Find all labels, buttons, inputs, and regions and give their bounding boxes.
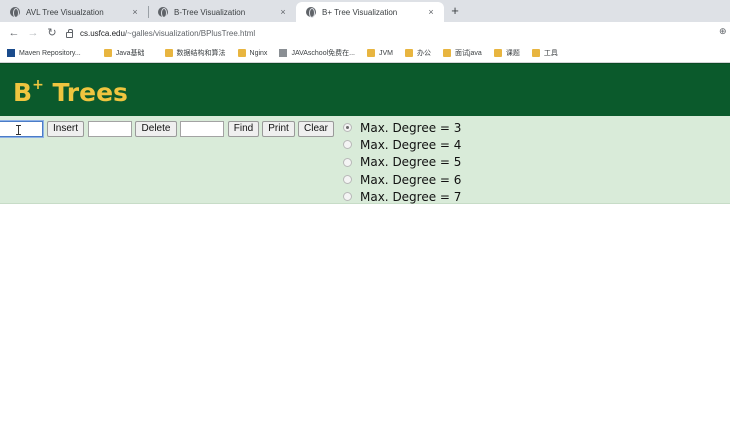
- tab-strip: AVL Tree Visualzation × B-Tree Visualiza…: [0, 0, 730, 22]
- bookmark-label: 课题: [505, 50, 520, 57]
- bookmark-item[interactable]: JVM: [366, 49, 393, 57]
- folder-icon: [404, 49, 413, 57]
- globe-icon: [306, 7, 316, 18]
- bookmark-label: Nginx: [249, 49, 268, 57]
- title-superscript: +: [32, 76, 44, 93]
- folder-icon: [531, 49, 540, 57]
- close-icon[interactable]: ×: [128, 7, 142, 17]
- new-tab-button[interactable]: +: [446, 2, 464, 20]
- bookmark-label: JAVAschool免费在...: [291, 50, 355, 57]
- tab-avl-tree[interactable]: AVL Tree Visualzation ×: [0, 2, 148, 22]
- visualization-canvas[interactable]: [0, 205, 730, 444]
- tab-b-tree[interactable]: B-Tree Visualization ×: [148, 2, 296, 22]
- reload-button[interactable]: ↻: [44, 25, 60, 41]
- bookmark-item[interactable]: 课题: [493, 48, 520, 58]
- bookmarks-bar: Maven Repository... Java基础 数据结构和算法 Nginx…: [0, 44, 730, 62]
- bookmark-label: JVM: [378, 49, 393, 57]
- folder-icon: [493, 49, 502, 57]
- radio-button[interactable]: [343, 175, 352, 185]
- degree-option-3[interactable]: Max. Degree = 3: [343, 119, 461, 136]
- tab-title: B-Tree Visualization: [174, 7, 246, 17]
- tab-title: B+ Tree Visualization: [322, 7, 398, 17]
- url-path: /~galles/visualization/BPlusTree.html: [124, 28, 256, 38]
- bookmark-label: Java基础: [115, 50, 145, 57]
- bookmark-label: 数据结构和算法: [176, 50, 226, 57]
- degree-label: Max. Degree = 3: [360, 120, 462, 135]
- bookmark-label: 办公: [416, 50, 431, 57]
- bookmark-item[interactable]: Nginx: [237, 49, 268, 57]
- bookmark-label: 工具: [543, 50, 558, 57]
- back-button[interactable]: ←: [6, 25, 22, 41]
- bookmark-item[interactable]: Java基础: [103, 48, 145, 58]
- browser-toolbar: ← → ↻ cs.usfca.edu /~galles/visualizatio…: [0, 22, 730, 44]
- url-host: cs.usfca.edu: [80, 28, 125, 38]
- title-letter: B: [13, 78, 33, 107]
- bookmark-item[interactable]: JAVAschool免费在...: [279, 48, 355, 58]
- controls-panel: Insert Delete Find Print Clear Max. Degr…: [0, 116, 730, 204]
- address-bar[interactable]: cs.usfca.edu /~galles/visualization/BPlu…: [66, 25, 720, 41]
- radio-button[interactable]: [343, 192, 352, 202]
- folder-icon: [366, 49, 375, 57]
- zoom-icon[interactable]: ⊕: [719, 26, 727, 37]
- degree-label: Max. Degree = 7: [360, 189, 462, 204]
- degree-label: Max. Degree = 5: [360, 155, 462, 170]
- delete-button[interactable]: Delete: [135, 121, 177, 137]
- folder-icon: [237, 49, 246, 57]
- folder-icon: [103, 49, 112, 57]
- degree-option-4[interactable]: Max. Degree = 4: [343, 136, 461, 153]
- delete-value-input[interactable]: [88, 121, 132, 137]
- insert-button[interactable]: Insert: [47, 121, 84, 137]
- folder-icon: [442, 49, 451, 57]
- bookmark-item[interactable]: 数据结构和算法: [164, 48, 226, 58]
- degree-option-7[interactable]: Max. Degree = 7: [343, 188, 461, 205]
- text-cursor-icon: [16, 125, 23, 135]
- clear-button[interactable]: Clear: [298, 121, 334, 137]
- find-value-input[interactable]: [180, 121, 224, 137]
- lock-icon: [66, 28, 73, 38]
- radio-button[interactable]: [343, 157, 352, 167]
- max-degree-options: Max. Degree = 3 Max. Degree = 4 Max. Deg…: [343, 119, 461, 205]
- globe-icon: [158, 7, 168, 18]
- close-icon[interactable]: ×: [424, 7, 438, 17]
- degree-option-5[interactable]: Max. Degree = 5: [343, 154, 461, 171]
- page-header: B+ Trees: [0, 63, 730, 116]
- forward-button[interactable]: →: [25, 25, 41, 41]
- globe-icon: [10, 7, 20, 18]
- bookmark-item[interactable]: 面试java: [442, 48, 482, 58]
- radio-button[interactable]: [343, 140, 352, 150]
- image-icon: [279, 49, 288, 57]
- page-title: B+ Trees: [13, 76, 128, 107]
- title-rest: Trees: [43, 78, 128, 107]
- bookmark-label: 面试java: [454, 50, 482, 57]
- degree-label: Max. Degree = 6: [360, 172, 462, 187]
- bookmark-label: Maven Repository...: [19, 49, 81, 57]
- tab-title: AVL Tree Visualzation: [26, 7, 104, 17]
- bookmark-item[interactable]: 工具: [531, 48, 558, 58]
- close-icon[interactable]: ×: [276, 7, 290, 17]
- find-button[interactable]: Find: [228, 121, 259, 137]
- maven-icon: [7, 49, 15, 57]
- bookmark-item[interactable]: Maven Repository...: [7, 49, 81, 57]
- bookmark-item[interactable]: 办公: [404, 48, 431, 58]
- degree-label: Max. Degree = 4: [360, 137, 462, 152]
- print-button[interactable]: Print: [262, 121, 295, 137]
- folder-icon: [164, 49, 173, 57]
- radio-button[interactable]: [343, 123, 352, 133]
- degree-option-6[interactable]: Max. Degree = 6: [343, 171, 461, 188]
- tab-bplus-tree[interactable]: B+ Tree Visualization ×: [296, 2, 444, 22]
